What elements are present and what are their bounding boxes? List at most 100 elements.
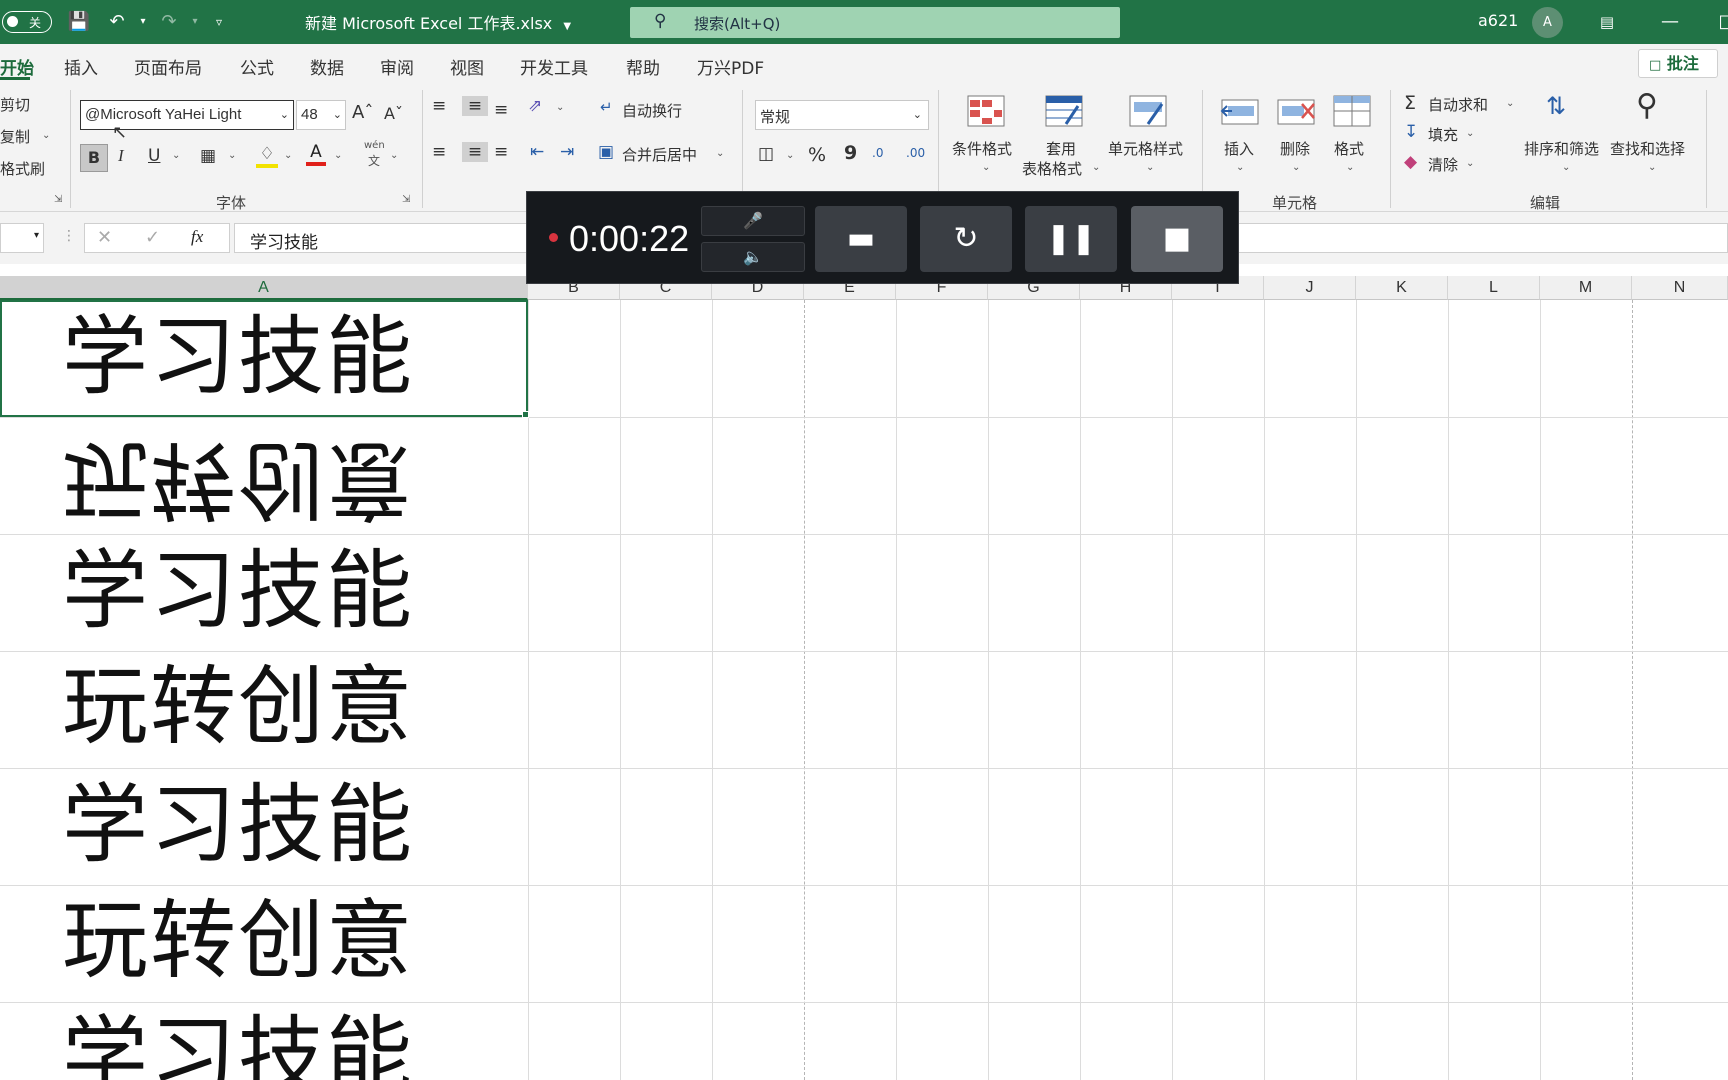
copy-dropdown-icon[interactable]: ⌄ xyxy=(42,130,50,141)
increase-decimal-button[interactable]: .0 xyxy=(872,146,883,160)
increase-font-icon[interactable]: Aˆ xyxy=(352,102,373,123)
undo-icon[interactable]: ↶ xyxy=(104,10,130,34)
format-as-table-icon[interactable] xyxy=(1044,94,1084,130)
sort-filter-label[interactable]: 排序和筛选 xyxy=(1524,138,1599,159)
number-format-select[interactable]: 常规 ⌄ xyxy=(755,100,929,130)
format-painter-button[interactable]: 格式刷 xyxy=(0,158,45,179)
fill-color-icon[interactable]: ♢ xyxy=(256,144,278,168)
eraser-icon[interactable]: ◆ xyxy=(1404,152,1417,172)
clear-button[interactable]: 清除 xyxy=(1428,154,1458,175)
delete-cells-icon[interactable] xyxy=(1276,94,1316,130)
phonetic-guide-top[interactable]: wén xyxy=(364,140,385,151)
tab-home[interactable]: 开始 xyxy=(0,54,34,79)
worksheet-grid[interactable]: 学习技能 玩转创意 学习技能 玩转创意 学习技能 玩转创意 学习技能 xyxy=(0,300,1728,1080)
confirm-icon[interactable]: ✓ xyxy=(145,227,160,248)
fill-dropdown-icon[interactable]: ⌄ xyxy=(1466,128,1474,139)
cancel-icon[interactable]: ✕ xyxy=(97,227,112,248)
align-middle-icon[interactable]: ≡ xyxy=(462,96,488,116)
orientation-icon[interactable]: ⇗ xyxy=(528,96,542,116)
sort-filter-icon[interactable]: ⇅ xyxy=(1546,92,1566,120)
align-right-icon[interactable]: ≡ xyxy=(494,142,508,162)
format-as-table-label-2[interactable]: 表格格式 xyxy=(1022,158,1082,179)
wrap-text-icon[interactable]: ↵ xyxy=(600,98,613,116)
tab-data[interactable]: 数据 xyxy=(310,54,344,79)
autosum-button[interactable]: 自动求和 xyxy=(1428,94,1488,115)
ribbon-display-icon[interactable]: ▤ xyxy=(1592,8,1622,36)
column-header-k[interactable]: K xyxy=(1356,276,1448,300)
column-header-a[interactable]: A xyxy=(0,276,528,300)
pause-recording-button[interactable]: ❚❚ xyxy=(1025,206,1117,272)
cut-button[interactable]: 剪切 xyxy=(0,94,30,115)
customize-toolbar-icon[interactable]: ▿ xyxy=(206,10,232,34)
font-color-icon[interactable]: A xyxy=(306,142,326,166)
font-launcher-icon[interactable]: ⇲ xyxy=(402,194,410,205)
copy-button[interactable]: 复制 xyxy=(0,126,30,147)
autosum-dropdown-icon[interactable]: ⌄ xyxy=(1506,98,1514,109)
fill-handle[interactable] xyxy=(522,411,529,418)
redo-icon[interactable]: ↷ xyxy=(156,10,182,34)
decrease-font-icon[interactable]: Aˇ xyxy=(384,104,403,123)
insert-function-icon[interactable]: fx xyxy=(191,227,203,247)
tab-help[interactable]: 帮助 xyxy=(626,54,660,79)
tab-page-layout[interactable]: 页面布局 xyxy=(134,54,202,79)
tab-developer[interactable]: 开发工具 xyxy=(520,54,588,79)
search-icon[interactable]: ⚲ xyxy=(1636,88,1658,123)
cell-a3[interactable]: 学习技能 xyxy=(62,548,414,634)
tab-insert[interactable]: 插入 xyxy=(64,54,98,79)
wrap-text-button[interactable]: 自动换行 xyxy=(622,100,682,121)
italic-button[interactable]: I xyxy=(118,146,124,166)
clear-dropdown-icon[interactable]: ⌄ xyxy=(1466,158,1474,169)
increase-indent-icon[interactable]: ⇥ xyxy=(560,142,574,162)
percent-style-button[interactable]: % xyxy=(808,144,826,166)
restart-recording-button[interactable]: ↻ xyxy=(920,206,1012,272)
align-top-icon[interactable]: ≡ xyxy=(432,96,446,116)
tab-view[interactable]: 视图 xyxy=(450,54,484,79)
align-left-icon[interactable]: ≡ xyxy=(432,142,446,162)
bold-button[interactable]: B xyxy=(80,144,108,172)
avatar[interactable]: A xyxy=(1532,7,1563,38)
align-bottom-icon[interactable]: ≡ xyxy=(494,100,508,120)
stop-recording-button[interactable]: ■ xyxy=(1131,206,1223,272)
fill-down-icon[interactable]: ↧ xyxy=(1404,122,1418,142)
merge-dropdown-icon[interactable]: ⌄ xyxy=(716,148,724,159)
phonetic-dropdown-icon[interactable]: ⌄ xyxy=(390,150,398,161)
minimize-icon[interactable]: — xyxy=(1655,8,1685,36)
conditional-formatting-label[interactable]: 条件格式 xyxy=(952,138,1012,159)
font-color-dropdown-icon[interactable]: ⌄ xyxy=(334,150,342,161)
speaker-button[interactable]: 🔈 xyxy=(701,242,805,272)
document-title[interactable]: 新建 Microsoft Excel 工作表.xlsx ▼ xyxy=(305,10,571,34)
chevron-down-icon[interactable]: ⌄ xyxy=(1146,162,1154,173)
redo-dropdown-icon[interactable]: ▾ xyxy=(182,10,208,34)
borders-icon[interactable]: ▦ xyxy=(200,146,216,166)
maximize-icon[interactable]: □ xyxy=(1712,8,1728,36)
delete-cells-label[interactable]: 删除 xyxy=(1280,138,1310,159)
cell-a4[interactable]: 玩转创意 xyxy=(62,664,414,750)
chevron-down-icon[interactable]: ⌄ xyxy=(1292,162,1300,173)
cell-styles-label[interactable]: 单元格样式 xyxy=(1108,138,1183,159)
autosave-toggle[interactable]: 关 xyxy=(2,11,52,33)
chevron-down-icon[interactable]: ⌄ xyxy=(982,162,990,173)
user-name[interactable]: a621 xyxy=(1478,11,1518,30)
format-cells-label[interactable]: 格式 xyxy=(1334,138,1364,159)
name-box[interactable]: ▾ xyxy=(0,223,44,253)
cell-a5[interactable]: 学习技能 xyxy=(62,782,414,868)
comma-style-button[interactable]: 9 xyxy=(844,142,857,164)
format-as-table-label-1[interactable]: 套用 xyxy=(1046,138,1076,159)
chevron-down-icon[interactable]: ⌄ xyxy=(1562,162,1570,173)
borders-dropdown-icon[interactable]: ⌄ xyxy=(228,150,236,161)
cell-a6[interactable]: 玩转创意 xyxy=(62,898,414,984)
cell-styles-icon[interactable] xyxy=(1128,94,1168,130)
align-center-icon[interactable]: ≡ xyxy=(462,142,488,162)
insert-cells-icon[interactable] xyxy=(1220,94,1260,130)
chevron-down-icon[interactable]: ⌄ xyxy=(1648,162,1656,173)
find-select-label[interactable]: 查找和选择 xyxy=(1610,138,1685,159)
chevron-down-icon[interactable]: ⌄ xyxy=(1346,162,1354,173)
autosum-icon[interactable]: Σ xyxy=(1404,92,1416,114)
cell-a7[interactable]: 学习技能 xyxy=(62,1014,414,1080)
tab-review[interactable]: 审阅 xyxy=(380,54,414,79)
undo-dropdown-icon[interactable]: ▾ xyxy=(130,10,156,34)
conditional-formatting-icon[interactable] xyxy=(966,94,1006,130)
clipboard-launcher-icon[interactable]: ⇲ xyxy=(54,194,62,205)
accounting-dropdown-icon[interactable]: ⌄ xyxy=(786,150,794,161)
save-icon[interactable]: 💾 xyxy=(66,10,92,34)
